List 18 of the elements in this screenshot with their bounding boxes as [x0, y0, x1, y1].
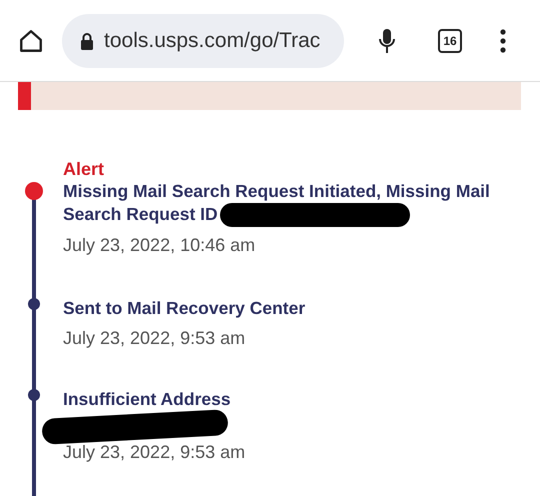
timeline-dot — [28, 298, 40, 310]
event-title: Sent to Mail Recovery Center — [63, 297, 306, 320]
alert-stripe — [18, 82, 31, 110]
tab-count-button[interactable]: 16 — [438, 28, 462, 52]
url-text: tools.usps.com/go/Trac — [104, 28, 320, 52]
lock-icon — [80, 32, 94, 50]
home-icon[interactable] — [18, 28, 44, 54]
event-title: Insufficient Address — [63, 388, 232, 412]
address-bar[interactable]: tools.usps.com/go/Trac — [62, 14, 344, 68]
timeline-dot — [28, 389, 40, 402]
event-title: Missing Mail Search Request Initiated, Missing Mail Search Request ID — [63, 180, 540, 228]
timeline-dot — [25, 182, 43, 200]
event-date: July 23, 2022, 9:53 am — [63, 441, 246, 464]
event-date: July 23, 2022, 10:46 am — [63, 234, 256, 258]
event-date: July 23, 2022, 9:53 am — [63, 327, 246, 350]
menu-icon[interactable] — [500, 28, 506, 52]
microphone-icon[interactable] — [379, 28, 395, 54]
alert-label: Alert — [63, 158, 106, 180]
